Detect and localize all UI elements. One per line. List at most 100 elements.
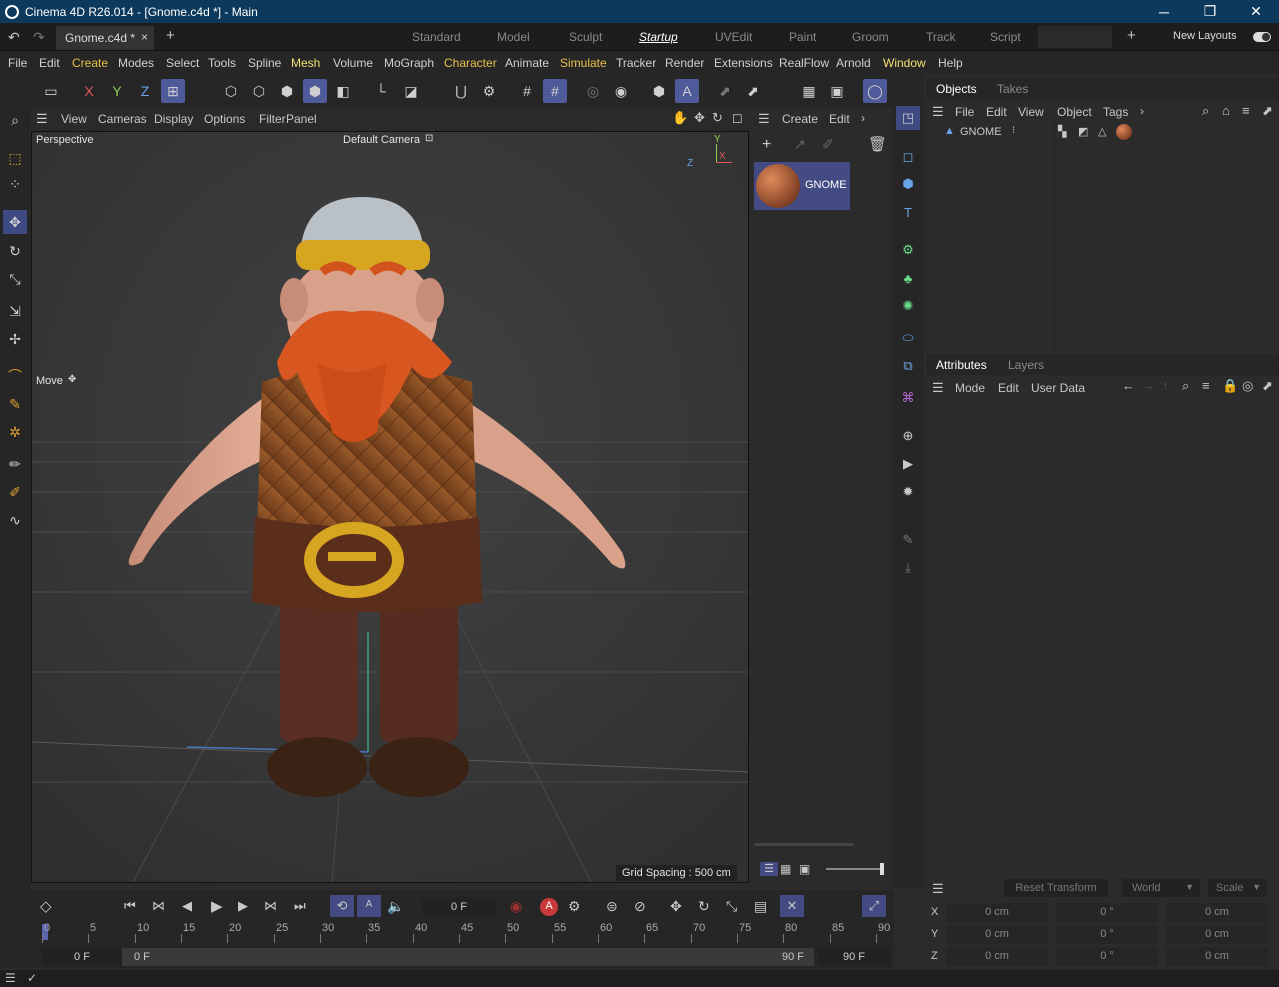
polygons-mode-icon[interactable]: ⬢ <box>275 79 299 103</box>
uv-mode-icon[interactable]: ◧ <box>331 79 355 103</box>
point-level-animation-icon[interactable]: ✕ <box>780 895 804 917</box>
menu-spline[interactable]: Spline <box>248 56 281 70</box>
transform-tool-icon[interactable]: ⇲ <box>3 299 27 323</box>
knife-tool-icon[interactable]: ✐ <box>3 480 27 504</box>
frame-range-slider[interactable]: 0 F 90 F <box>122 948 814 966</box>
viewport-menu-display[interactable]: Display <box>154 112 193 126</box>
snap-icon[interactable]: ⋃ <box>449 79 473 103</box>
live-selection-icon[interactable]: ⬚ <box>3 146 27 170</box>
viewport-menu-cameras[interactable]: Cameras <box>98 112 147 126</box>
motion-system-icon[interactable]: ⊜ <box>606 898 618 915</box>
viewport-hamburger-icon[interactable]: ☰ <box>36 111 48 127</box>
generator-icon[interactable]: ⚙ <box>896 238 920 262</box>
layout-tab-model[interactable]: Model <box>497 30 530 44</box>
object-name[interactable]: GNOME <box>960 126 1002 138</box>
spline-icon[interactable]: ⌘ <box>896 386 920 410</box>
objects-menu-tags[interactable]: Tags <box>1103 105 1128 119</box>
deformer-tool-icon[interactable]: ✲ <box>3 420 27 444</box>
maximize-view-icon[interactable]: ◻ <box>732 110 743 126</box>
uvw-tag-icon[interactable]: ◩ <box>1078 125 1088 138</box>
material-menu-edit[interactable]: Edit <box>829 112 850 126</box>
snap-settings-icon[interactable]: ⚙ <box>477 79 501 103</box>
add-tab-icon[interactable]: + <box>166 27 175 44</box>
lock-z-button[interactable]: Z <box>133 79 157 103</box>
object-mode-icon[interactable]: ⬢ <box>303 79 327 103</box>
lock-element-icon[interactable]: 🔒 <box>1222 378 1238 394</box>
objects-menu-more-icon[interactable]: › <box>1140 104 1144 118</box>
menu-file[interactable]: File <box>8 56 27 70</box>
coords-hamburger-icon[interactable]: ☰ <box>932 881 944 897</box>
viewport-layout-icon[interactable]: ◳ <box>896 106 920 130</box>
sculpt-icon[interactable]: ✎ <box>896 528 920 552</box>
delete-material-icon[interactable]: 🗑 <box>868 135 887 153</box>
cube-object-icon[interactable]: ◻ <box>896 145 920 169</box>
menu-animate[interactable]: Animate <box>505 56 549 70</box>
brush-tool-icon[interactable]: ✎ <box>3 392 27 416</box>
add-layout-icon[interactable]: + <box>1127 27 1136 44</box>
coord-rotation-field[interactable]: 0 ° <box>1056 947 1158 966</box>
camera-icon[interactable]: ▶ <box>896 452 920 476</box>
icon-size-slider[interactable] <box>826 863 884 875</box>
move-tool-icon[interactable]: ✥ <box>3 210 27 234</box>
large-view-icon[interactable]: ▣ <box>799 862 810 876</box>
coord-scale-field[interactable]: 0 cm <box>1166 925 1268 944</box>
tab-attributes[interactable]: Attributes <box>936 358 987 372</box>
coord-mode-select[interactable]: Scale ▼ <box>1208 879 1266 897</box>
environment-icon[interactable]: ⊕ <box>896 424 920 448</box>
rotate-view-icon[interactable]: ↻ <box>712 110 723 126</box>
scale-track-icon[interactable]: ⤡ <box>726 898 737 915</box>
tab-takes[interactable]: Takes <box>997 82 1028 96</box>
menu-tracker[interactable]: Tracker <box>616 56 656 70</box>
magnet-tool-icon[interactable]: ∿ <box>3 508 27 532</box>
restore-button[interactable]: ❐ <box>1187 0 1233 23</box>
deformer-icon[interactable]: ⬭ <box>896 326 920 350</box>
menu-help[interactable]: Help <box>938 56 963 70</box>
viewport-menu-panel[interactable]: Panel <box>286 112 317 126</box>
material-eyedropper-icon[interactable]: ✐ <box>822 136 834 153</box>
spline-pen-icon[interactable]: ⌒ <box>3 364 27 388</box>
coord-scale-field[interactable]: 0 cm <box>1166 903 1268 922</box>
paint-brush-icon[interactable]: ✏ <box>3 452 27 476</box>
layout-tab-script[interactable]: Script <box>990 30 1021 44</box>
rotation-track-icon[interactable]: ↻ <box>698 898 710 915</box>
loop-icon[interactable]: ⟲ <box>330 895 354 917</box>
viewport-name[interactable]: Perspective <box>36 134 93 146</box>
keyframe-settings-icon[interactable]: ⚙ <box>568 898 581 915</box>
menu-modes[interactable]: Modes <box>118 56 154 70</box>
objects-menu-edit[interactable]: Edit <box>986 105 1007 119</box>
lock-y-button[interactable]: Y <box>105 79 129 103</box>
position-track-icon[interactable]: ✥ <box>670 898 682 915</box>
coord-scale-field[interactable]: 0 cm <box>1166 947 1268 966</box>
viewport-export-icon[interactable]: ⬈ <box>741 79 765 103</box>
up-arrow-icon[interactable]: ↑ <box>1162 378 1169 393</box>
workplane-icon[interactable]: # <box>543 79 567 103</box>
play-icon[interactable]: ▶ <box>211 897 223 915</box>
menu-render[interactable]: Render <box>665 56 704 70</box>
keyframe-icon[interactable]: ◇ <box>40 897 52 915</box>
viewport-solo-icon[interactable]: ⬈ <box>713 79 737 103</box>
new-layouts-label[interactable]: New Layouts <box>1173 30 1237 42</box>
auto-icon[interactable]: A <box>675 79 699 103</box>
coord-rotation-field[interactable]: 0 ° <box>1056 925 1158 944</box>
animation-options-icon[interactable]: ⊘ <box>634 898 646 915</box>
forward-arrow-icon[interactable]: → <box>1142 378 1155 393</box>
import-icon[interactable]: ⤓ <box>896 556 920 580</box>
polygon-selection-tag-icon[interactable]: △ <box>1098 125 1106 138</box>
undo-icon[interactable]: ↶ <box>8 29 20 46</box>
record-icon[interactable]: ◉ <box>510 898 522 915</box>
playback-rate-icon[interactable]: A <box>357 895 381 917</box>
layout-tab-track[interactable]: Track <box>926 30 956 44</box>
attributes-newwindow-icon[interactable]: ⬈ <box>1262 378 1273 394</box>
light-icon[interactable]: ✹ <box>896 480 920 504</box>
cloner-icon[interactable]: ♣ <box>896 266 920 290</box>
end-frame-field[interactable]: 90 F <box>818 948 890 966</box>
attributes-menu-user-data[interactable]: User Data <box>1031 381 1085 395</box>
layout-tab-paint[interactable]: Paint <box>789 30 816 44</box>
rotate-tool-icon[interactable]: ↻ <box>3 239 27 263</box>
coord-position-field[interactable]: 0 cm <box>946 947 1048 966</box>
axis-mode-icon[interactable]: └ <box>369 79 393 103</box>
close-tab-icon[interactable]: × <box>141 30 148 44</box>
add-material-icon[interactable]: + <box>762 136 771 154</box>
coord-position-field[interactable]: 0 cm <box>946 903 1048 922</box>
viewport-menu-options[interactable]: Options <box>204 112 245 126</box>
